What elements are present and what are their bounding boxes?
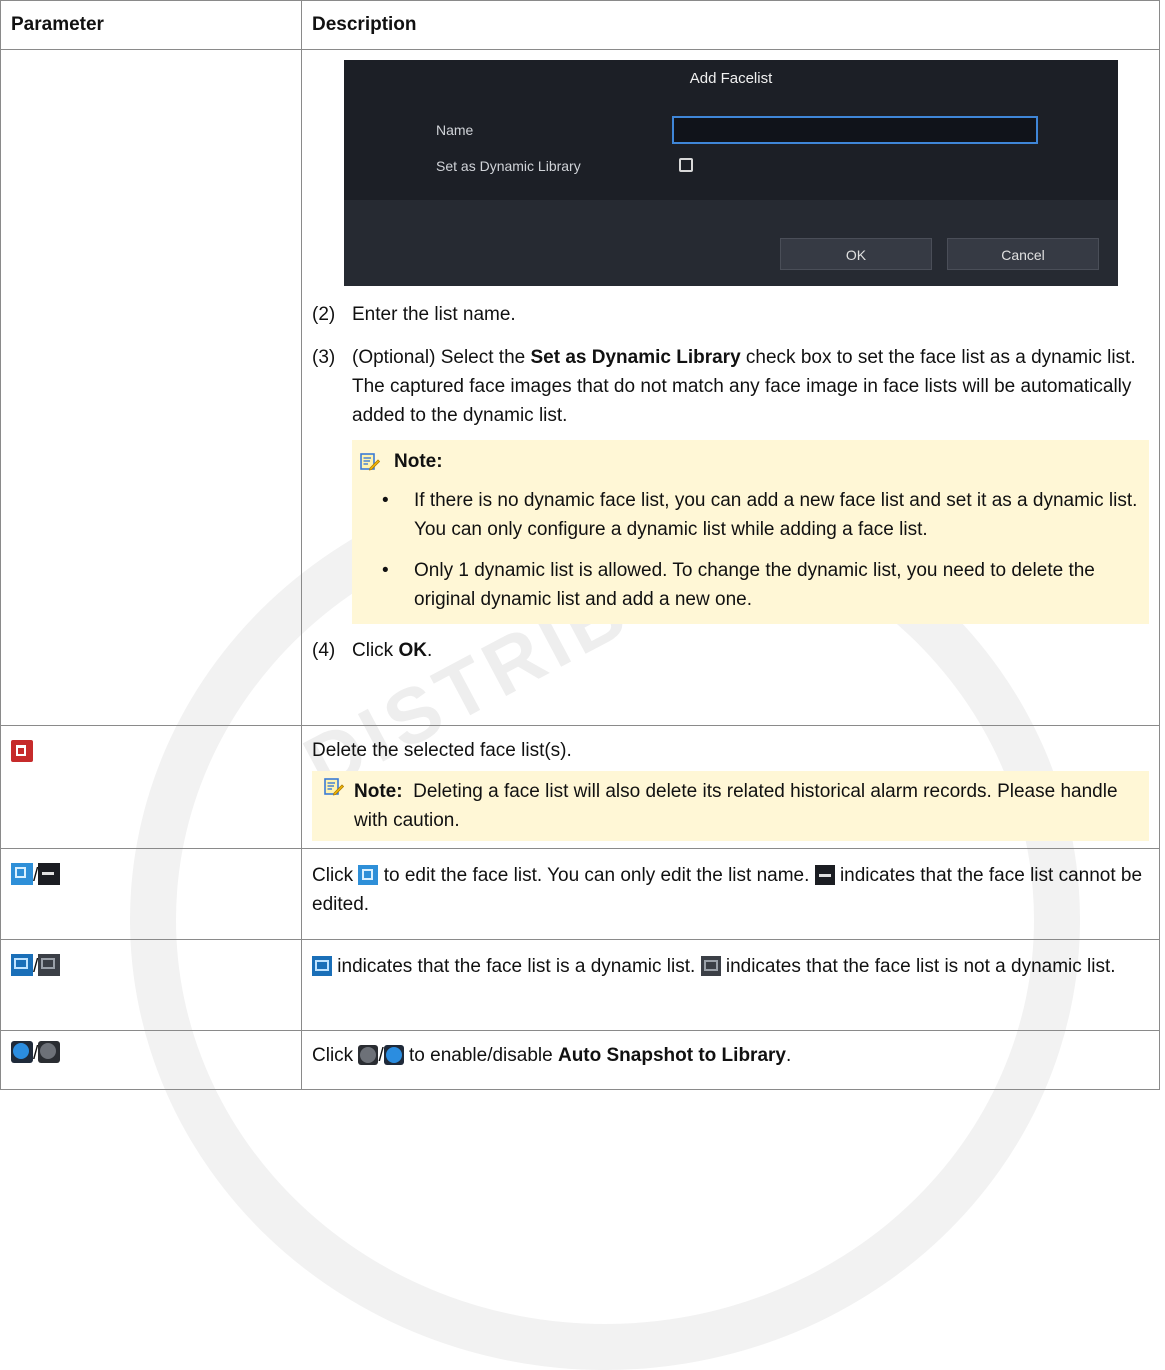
note-label: Note: — [394, 451, 443, 472]
auto-snapshot-label: Auto Snapshot to Library — [557, 1045, 786, 1066]
step-3: (3) (Optional) Select the Set as Dynamic … — [312, 343, 1149, 430]
non-dynamic-list-icon — [700, 956, 721, 976]
table-row: / Click to edit the face list. You can o… — [0, 848, 1160, 940]
dialog-title: Add Facelist — [689, 70, 773, 87]
edit-icon[interactable] — [11, 863, 33, 885]
note-icon — [360, 452, 381, 472]
desc-cell: Add Facelist Name Set as Dynamic Library… — [301, 49, 1160, 726]
table-row: Delete the selected face list(s). Note: … — [0, 725, 1160, 849]
dynamic-list-icon — [11, 954, 33, 976]
desc-cell: Click to edit the face list. You can onl… — [301, 848, 1160, 940]
auto-snapshot-description: Click / to enable/disable Auto Snapshot … — [312, 1041, 1149, 1070]
step-3-pre: (Optional) Select the — [352, 347, 531, 368]
step-3-bold: Set as Dynamic Library — [530, 347, 741, 368]
param-cell: / — [0, 939, 302, 1031]
note-label: Note: — [354, 781, 403, 802]
note-header: Note: — [360, 448, 1143, 476]
step-3-number: (3) — [312, 347, 336, 368]
table-row: / Click / to enable/disable Auto Snapsho… — [0, 1030, 1160, 1090]
note-bullet-1: If there is no dynamic face list, you ca… — [414, 490, 1138, 540]
auto-snapshot-on-icon — [383, 1045, 404, 1065]
header-parameter: Parameter — [0, 0, 302, 50]
dynamic-description: indicates that the face list is a dynami… — [312, 952, 1149, 981]
desc-cell: indicates that the face list is a dynami… — [301, 939, 1160, 1031]
desc-cell: Click / to enable/disable Auto Snapshot … — [301, 1030, 1160, 1090]
parameter-table: Parameter Description Add Facelist Name … — [0, 0, 1160, 1090]
name-input[interactable] — [672, 116, 1038, 144]
note-list: • If there is no dynamic face list, you c… — [360, 486, 1143, 614]
param-cell: / — [0, 848, 302, 940]
not-editable-icon — [814, 865, 835, 885]
table-row: / indicates that the face list is a dyna… — [0, 939, 1160, 1031]
edit-description: Click to edit the face list. You can onl… — [312, 861, 1149, 919]
step-4-pre: Click — [352, 640, 399, 661]
list-item: • If there is no dynamic face list, you c… — [382, 490, 1138, 540]
step-4-number: (4) — [312, 640, 336, 661]
param-cell — [0, 725, 302, 849]
delete-icon[interactable] — [11, 740, 33, 762]
cancel-button[interactable]: Cancel — [947, 238, 1099, 270]
step-2-text: Enter the list name. — [352, 304, 516, 325]
delete-note-text: Deleting a face list will also delete it… — [354, 781, 1118, 831]
text-fragment: Click — [312, 1045, 359, 1066]
table-row: Add Facelist Name Set as Dynamic Library… — [0, 49, 1160, 726]
auto-snapshot-on-icon[interactable] — [11, 1041, 33, 1063]
step-4-post: . — [426, 640, 433, 661]
text-fragment: Click — [312, 865, 359, 886]
auto-snapshot-off-icon[interactable] — [38, 1041, 61, 1063]
text-fragment: to edit the face list. You can only edit… — [378, 865, 815, 886]
name-label: Name — [436, 122, 474, 138]
dynamic-library-label: Set as Dynamic Library — [436, 158, 581, 174]
dynamic-library-checkbox[interactable] — [679, 158, 693, 172]
non-dynamic-list-icon — [38, 954, 61, 976]
text-fragment: . — [785, 1045, 792, 1066]
header-description: Description — [301, 0, 1160, 50]
delete-note: Note: Deleting a face list will also del… — [312, 771, 1149, 841]
ok-button[interactable]: OK — [780, 238, 932, 270]
add-facelist-dialog: Add Facelist Name Set as Dynamic Library… — [344, 60, 1118, 286]
dynamic-list-icon — [312, 956, 332, 976]
desc-cell: Delete the selected face list(s). Note: … — [301, 725, 1160, 849]
param-cell-empty — [0, 49, 302, 726]
edit-icon — [358, 865, 379, 885]
note-icon — [324, 777, 345, 797]
delete-description: Delete the selected face list(s). — [312, 740, 572, 761]
step-2-number: (2) — [312, 304, 336, 325]
step-4: (4) Click OK. — [312, 636, 1149, 665]
step-4-bold: OK — [398, 640, 427, 661]
auto-snapshot-off-icon — [358, 1045, 379, 1065]
not-editable-icon — [38, 863, 61, 885]
note-box: Note: • If there is no dynamic face list,… — [352, 440, 1149, 624]
step-2: (2) Enter the list name. — [312, 300, 1149, 329]
text-fragment: indicates that the face list is a dynami… — [332, 956, 701, 977]
separator: / — [378, 1045, 384, 1066]
text-fragment: indicates that the face list is not a dy… — [720, 956, 1116, 977]
list-item: • Only 1 dynamic list is allowed. To chan… — [382, 560, 1095, 610]
dialog-footer: OK Cancel — [344, 200, 1118, 286]
text-fragment: to enable/disable — [403, 1045, 558, 1066]
param-cell: / — [0, 1030, 302, 1090]
note-bullet-2: Only 1 dynamic list is allowed. To chang… — [414, 560, 1095, 610]
table-header-row: Parameter Description — [0, 0, 1160, 50]
